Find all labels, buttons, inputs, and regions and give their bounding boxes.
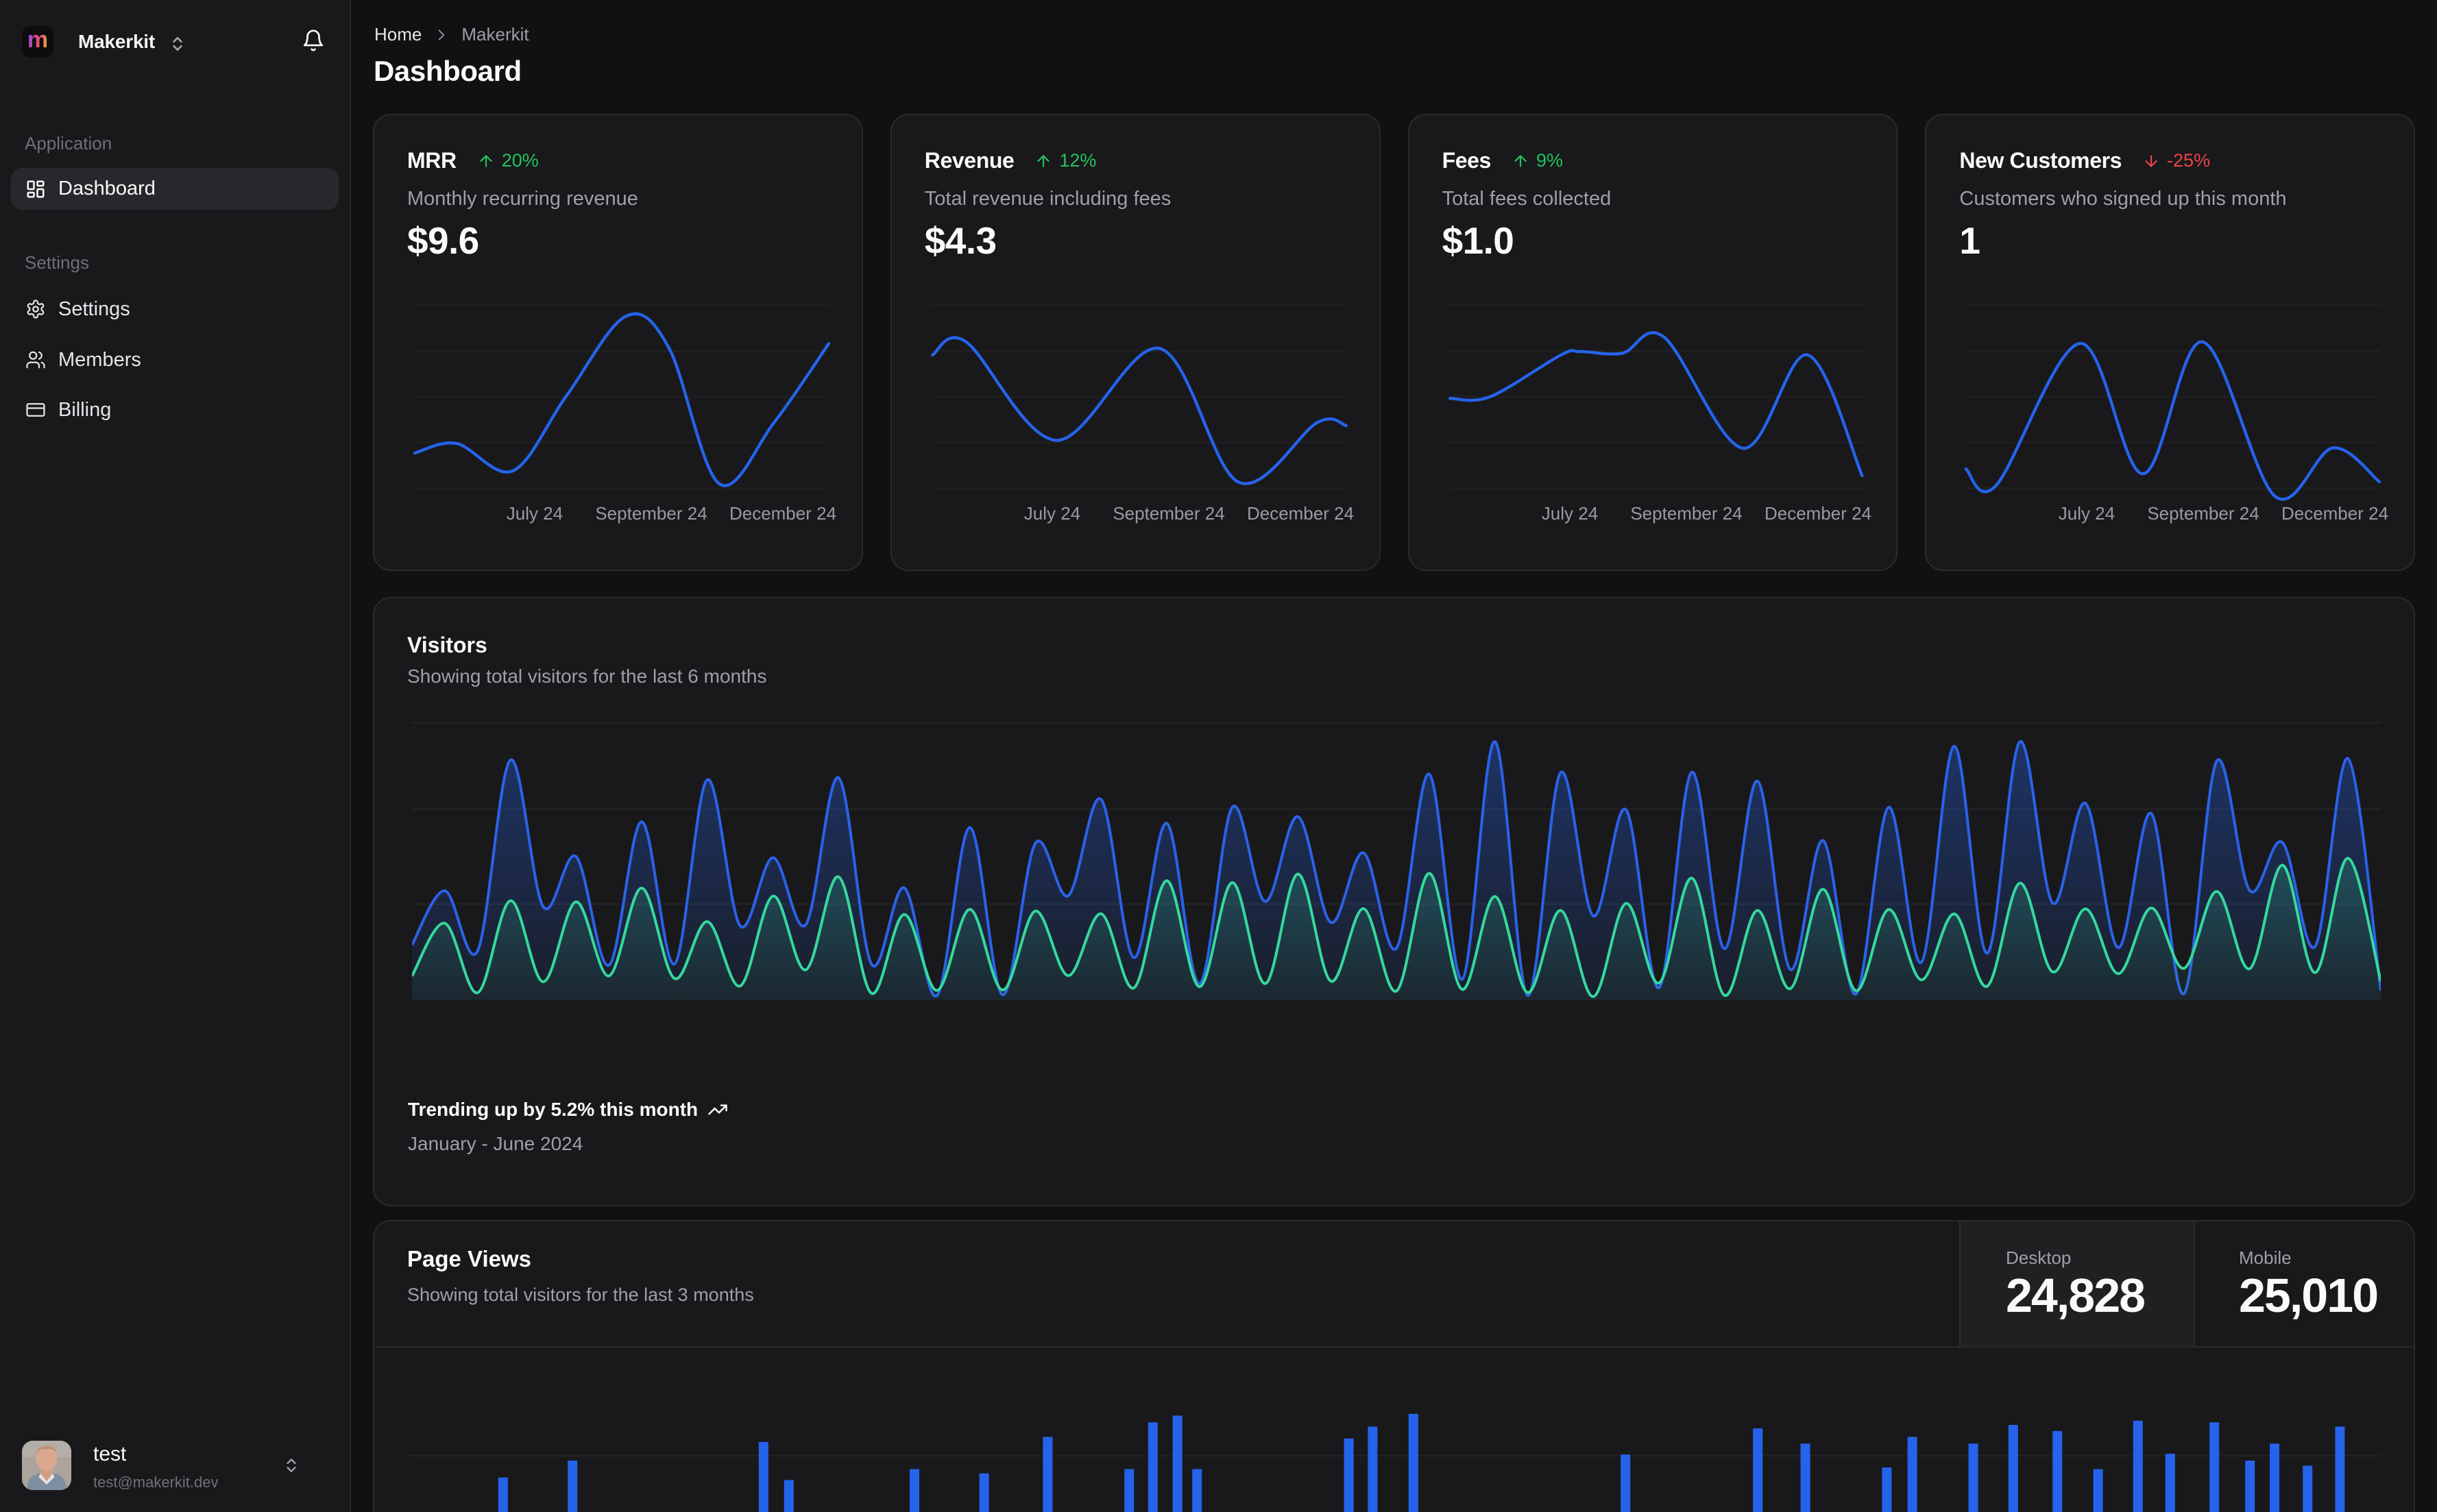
svg-text:July 24: July 24: [1024, 503, 1080, 524]
svg-text:July 24: July 24: [507, 503, 563, 524]
svg-text:September 24: September 24: [595, 503, 707, 524]
svg-text:July 24: July 24: [1541, 503, 1597, 524]
svg-text:September 24: September 24: [1113, 503, 1224, 524]
svg-text:September 24: September 24: [1630, 503, 1742, 524]
svg-text:December 24: December 24: [2281, 503, 2388, 524]
svg-text:July 24: July 24: [2059, 503, 2115, 524]
svg-text:December 24: December 24: [1247, 503, 1354, 524]
svg-text:December 24: December 24: [1765, 503, 1871, 524]
svg-text:September 24: September 24: [2148, 503, 2259, 524]
svg-text:December 24: December 24: [729, 503, 836, 524]
